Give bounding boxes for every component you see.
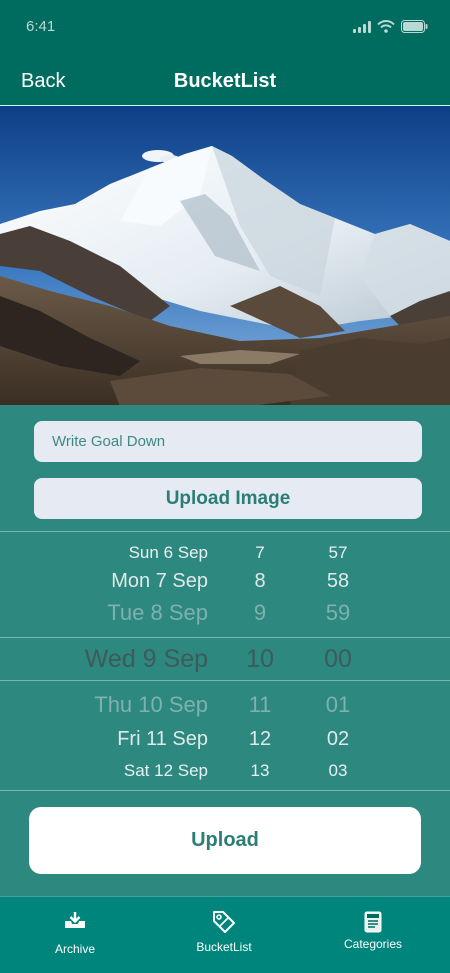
battery-icon xyxy=(401,20,428,33)
picker-minute: 02 xyxy=(326,728,350,750)
goal-input[interactable] xyxy=(34,421,422,462)
tab-bucketlist[interactable]: BucketList xyxy=(164,897,284,973)
picker-date: Fri 11 Sep xyxy=(117,728,208,750)
status-icons xyxy=(353,20,428,33)
picker-row-selected[interactable]: Wed 9 Sep 10 00 xyxy=(0,644,450,674)
document-icon xyxy=(363,911,383,938)
picker-row[interactable]: Thu 10 Sep 11 01 xyxy=(0,690,450,720)
picker-hour: 10 xyxy=(246,645,274,673)
picker-hour: 12 xyxy=(248,728,272,750)
picker-hour: 11 xyxy=(248,692,272,717)
tab-categories[interactable]: Categories xyxy=(313,897,433,973)
picker-hour: 13 xyxy=(250,761,270,780)
picker-hour: 8 xyxy=(254,570,266,592)
picker-row[interactable]: Tue 8 Sep 9 59 xyxy=(0,598,450,628)
picker-minute: 03 xyxy=(328,761,348,780)
picker-date: Mon 7 Sep xyxy=(111,570,208,592)
picker-date: Sat 12 Sep xyxy=(123,761,208,780)
picker-hour: 7 xyxy=(255,543,265,562)
picker-minute: 00 xyxy=(324,645,352,673)
date-time-picker[interactable]: Sun 6 Sep 7 57 Mon 7 Sep 8 58 Tue 8 Sep … xyxy=(0,531,450,791)
tab-label: BucketList xyxy=(196,940,252,954)
status-time: 6:41 xyxy=(26,18,56,35)
picker-row[interactable]: Sat 12 Sep 13 03 xyxy=(0,756,450,786)
back-button[interactable]: Back xyxy=(21,70,65,93)
signal-icon xyxy=(353,20,371,33)
picker-row[interactable]: Sun 6 Sep 7 57 xyxy=(0,538,450,568)
tab-archive[interactable]: Archive xyxy=(15,897,135,973)
picker-date: Wed 9 Sep xyxy=(84,645,208,673)
wifi-icon xyxy=(377,20,395,33)
picker-date: Thu 10 Sep xyxy=(94,692,208,717)
picker-hour: 9 xyxy=(253,600,267,625)
picker-date: Tue 8 Sep xyxy=(107,600,208,625)
tab-label: Categories xyxy=(343,937,403,951)
tab-bar: Archive BucketList Categories xyxy=(0,896,450,973)
upload-image-button[interactable]: Upload Image xyxy=(34,478,422,519)
tab-label: Archive xyxy=(54,942,95,956)
picker-minute: 01 xyxy=(325,692,351,717)
picker-minute: 59 xyxy=(325,600,351,625)
goal-image xyxy=(0,105,450,405)
page-title: BucketList xyxy=(173,70,277,92)
picker-minute: 57 xyxy=(328,543,348,562)
picker-date: Sun 6 Sep xyxy=(128,543,208,562)
archive-tray-icon xyxy=(64,911,86,934)
top-bar: 6:41 Back BucketList xyxy=(0,0,450,105)
tag-icon xyxy=(211,909,237,940)
picker-minute: 58 xyxy=(326,570,350,592)
mountain-photo xyxy=(0,106,450,405)
upload-button[interactable]: Upload xyxy=(29,807,421,874)
picker-row[interactable]: Fri 11 Sep 12 02 xyxy=(0,724,450,754)
picker-row[interactable]: Mon 7 Sep 8 58 xyxy=(0,566,450,596)
